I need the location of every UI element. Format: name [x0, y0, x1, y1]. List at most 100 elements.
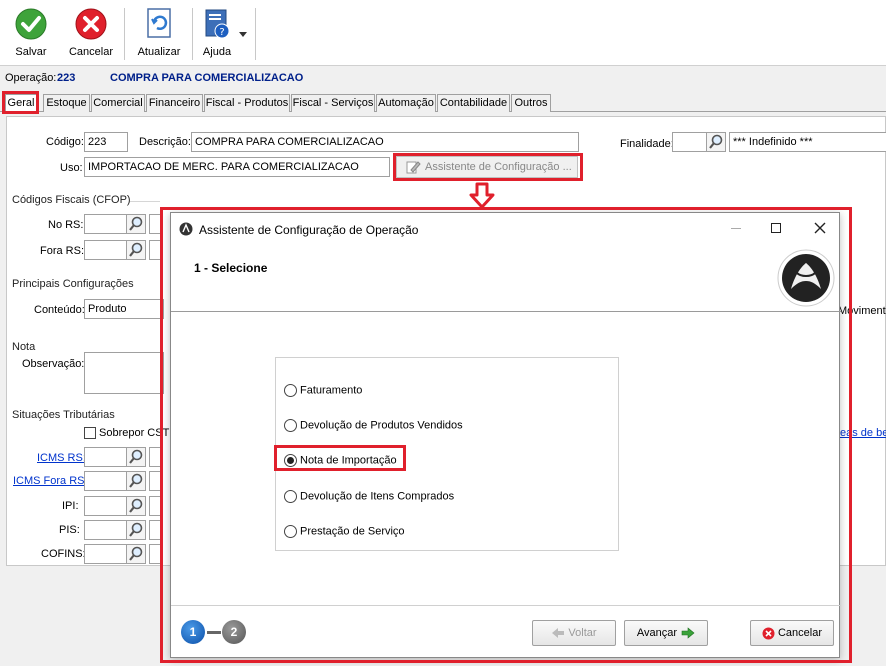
option-devolucao-itens[interactable]: Devolução de Itens Comprados — [284, 490, 454, 503]
uso-field[interactable]: IMPORTACAO DE MERC. PARA COMERCIALIZACAO — [84, 157, 390, 177]
company-logo-icon — [777, 249, 835, 307]
right-clipped-link[interactable]: eas de be — [840, 427, 886, 439]
radio-prestacao-servico[interactable] — [284, 525, 297, 538]
next-button[interactable]: Avançar — [624, 620, 708, 646]
cfop-no-rs-label: No RS: — [48, 219, 84, 231]
option-devolucao-produtos-label: Devolução de Produtos Vendidos — [300, 419, 463, 432]
next-button-label: Avançar — [636, 627, 678, 639]
cfop-fora-rs-search-button[interactable] — [126, 240, 146, 260]
header-divider — [171, 311, 841, 312]
operation-bar: Operação: 223 COMPRA PARA COMERCIALIZACA… — [0, 68, 886, 90]
ipi-field[interactable] — [84, 496, 128, 516]
tab-outros[interactable]: Outros — [511, 94, 551, 112]
icms-rs-search-button[interactable] — [126, 447, 146, 467]
observacao-textarea[interactable] — [84, 352, 164, 394]
sobrepor-checkbox[interactable] — [84, 427, 96, 439]
icms-fora-rs-link[interactable]: ICMS Fora RS: — [13, 475, 88, 487]
icms-rs-link[interactable]: ICMS RS: — [37, 452, 86, 464]
options-panel: Faturamento Devolução de Produtos Vendid… — [275, 357, 619, 551]
cancel-icon — [75, 8, 107, 40]
icms-rs-description[interactable] — [149, 447, 163, 467]
maximize-icon[interactable] — [771, 223, 781, 233]
radio-nota-importacao[interactable] — [284, 454, 297, 467]
search-icon — [129, 449, 143, 464]
caret-down-icon — [239, 32, 247, 37]
cofins-field[interactable] — [84, 544, 128, 564]
icms-fora-rs-search-button[interactable] — [126, 471, 146, 491]
cfop-fora-rs-description[interactable] — [149, 240, 163, 260]
cfop-no-rs-field[interactable] — [84, 214, 128, 234]
conteudo-select[interactable]: Produto — [84, 299, 164, 319]
step-title: 1 - Selecione — [194, 261, 268, 275]
tab-fiscal-servicos[interactable]: Fiscal - Serviços — [291, 94, 375, 112]
icms-rs-field[interactable] — [84, 447, 128, 467]
option-devolucao-produtos[interactable]: Devolução de Produtos Vendidos — [284, 419, 463, 432]
ipi-label: IPI: — [62, 500, 79, 512]
svg-text:?: ? — [219, 27, 224, 38]
option-faturamento-label: Faturamento — [300, 384, 363, 397]
tab-strip: Geral Estoque Comercial Financeiro Fisca… — [0, 92, 886, 112]
option-nota-importacao[interactable]: Nota de Importação — [284, 454, 397, 467]
tab-financeiro[interactable]: Financeiro — [146, 94, 203, 112]
pis-search-button[interactable] — [126, 520, 146, 540]
option-devolucao-itens-label: Devolução de Itens Comprados — [300, 490, 455, 503]
sobrepor-label: Sobrepor CST — [99, 427, 170, 439]
step-connector — [207, 631, 221, 634]
cfop-no-rs-description[interactable] — [149, 214, 163, 234]
ipi-search-button[interactable] — [126, 496, 146, 516]
cofins-label: COFINS: — [41, 548, 86, 560]
close-icon[interactable] — [814, 222, 826, 234]
tab-geral[interactable]: Geral — [5, 94, 37, 112]
dialog-cancel-button[interactable]: Cancelar — [750, 620, 834, 646]
cancel-label: Cancelar — [68, 46, 114, 58]
option-prestacao-servico[interactable]: Prestação de Serviço — [284, 525, 405, 538]
operation-number: 223 — [57, 72, 76, 84]
option-faturamento[interactable]: Faturamento — [284, 384, 362, 397]
operation-name: COMPRA PARA COMERCIALIZACAO — [110, 72, 304, 84]
help-dropdown-arrow[interactable] — [239, 28, 247, 40]
radio-devolucao-produtos[interactable] — [284, 419, 297, 432]
search-icon — [129, 216, 143, 231]
configuration-wizard-dialog: Assistente de Configuração de Operação 1… — [170, 212, 841, 658]
step-1-indicator: 1 — [181, 620, 205, 644]
assistente-button-label: Assistente de Configuração ... — [425, 161, 572, 173]
cfop-group-title: Códigos Fiscais (CFOP) — [12, 194, 131, 206]
radio-devolucao-itens[interactable] — [284, 490, 297, 503]
search-icon — [129, 546, 143, 561]
nota-group-title: Nota — [12, 341, 36, 353]
cofins-description[interactable] — [149, 544, 163, 564]
arrow-down-icon — [469, 182, 495, 209]
search-icon — [709, 134, 723, 149]
pis-field[interactable] — [84, 520, 128, 540]
refresh-document-icon — [147, 8, 171, 38]
assistente-button[interactable]: Assistente de Configuração ... — [396, 156, 578, 178]
tab-fiscal-produtos[interactable]: Fiscal - Produtos — [204, 94, 290, 112]
codigo-label: Código: — [46, 136, 84, 148]
radio-faturamento[interactable] — [284, 384, 297, 397]
finalidade-description-field[interactable]: *** Indefinido *** — [729, 132, 886, 152]
config-group-title: Principais Configurações — [12, 278, 134, 290]
back-button[interactable]: Voltar — [532, 620, 616, 646]
codigo-field[interactable]: 223 — [84, 132, 128, 152]
observacao-label: Observação: — [22, 358, 85, 370]
tab-comercial[interactable]: Comercial — [91, 94, 145, 112]
finalidade-search-button[interactable] — [706, 132, 726, 152]
tab-estoque[interactable]: Estoque — [43, 94, 90, 112]
descricao-field[interactable]: COMPRA PARA COMERCIALIZACAO — [191, 132, 579, 152]
cfop-fora-rs-field[interactable] — [84, 240, 128, 260]
search-icon — [129, 242, 143, 257]
cfop-fora-rs-label: Fora RS: — [40, 245, 85, 257]
option-prestacao-servico-label: Prestação de Serviço — [300, 525, 405, 538]
minimize-icon — [731, 228, 741, 229]
icms-fora-rs-field[interactable] — [84, 471, 128, 491]
app-logo-small-icon — [179, 222, 193, 236]
icms-fora-rs-description[interactable] — [149, 471, 163, 491]
cofins-search-button[interactable] — [126, 544, 146, 564]
pis-description[interactable] — [149, 520, 163, 540]
cfop-no-rs-search-button[interactable] — [126, 214, 146, 234]
option-nota-importacao-label: Nota de Importação — [300, 454, 397, 467]
help-label: Ajuda — [202, 46, 232, 58]
tab-automacao[interactable]: Automação — [376, 94, 436, 112]
tab-contabilidade[interactable]: Contabilidade — [437, 94, 510, 112]
ipi-description[interactable] — [149, 496, 163, 516]
